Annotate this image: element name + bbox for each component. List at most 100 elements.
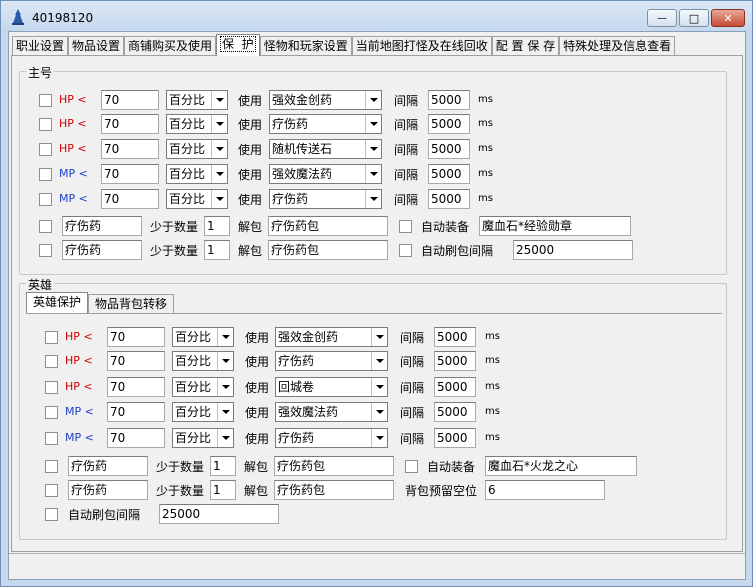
main-row-checkbox[interactable] bbox=[39, 193, 52, 206]
tab-monster-player[interactable]: 怪物和玩家设置 bbox=[259, 36, 352, 56]
item-select[interactable]: 强效魔法药 bbox=[275, 402, 388, 422]
unpack-checkbox[interactable] bbox=[39, 244, 52, 257]
hero-row-checkbox[interactable] bbox=[45, 355, 58, 368]
threshold-input[interactable]: 70 bbox=[101, 189, 159, 209]
min-count-input[interactable]: 1 bbox=[210, 456, 236, 476]
auto-equip-input[interactable]: 魔血石*火龙之心 bbox=[485, 456, 637, 476]
unit-label: ms bbox=[485, 432, 500, 443]
interval-input[interactable]: 5000 bbox=[428, 90, 470, 110]
interval-input[interactable]: 5000 bbox=[428, 164, 470, 184]
main-row-checkbox[interactable] bbox=[39, 118, 52, 131]
threshold-input[interactable]: 70 bbox=[101, 164, 159, 184]
mode-select[interactable]: 百分比 bbox=[172, 327, 234, 347]
tab-item-settings[interactable]: 物品设置 bbox=[68, 36, 125, 56]
chevron-down-icon bbox=[211, 115, 227, 133]
unpack-checkbox[interactable] bbox=[45, 460, 58, 473]
bag-reserve-input[interactable]: 6 bbox=[485, 480, 605, 500]
hero-group-label: 英雄 bbox=[26, 276, 55, 293]
item-select[interactable]: 强效魔法药 bbox=[269, 164, 382, 184]
unit-label: ms bbox=[478, 193, 493, 204]
threshold-input[interactable]: 70 bbox=[107, 402, 165, 422]
hero-row-checkbox[interactable] bbox=[45, 432, 58, 445]
auto-refresh-checkbox[interactable] bbox=[45, 508, 58, 521]
mode-select[interactable]: 百分比 bbox=[172, 351, 234, 371]
threshold-input[interactable]: 70 bbox=[107, 327, 165, 347]
tab-shop[interactable]: 商铺购买及使用 bbox=[124, 36, 217, 56]
unpack-item-input[interactable]: 疗伤药 bbox=[68, 456, 148, 476]
hero-row-checkbox[interactable] bbox=[45, 381, 58, 394]
auto-equip-checkbox[interactable] bbox=[405, 460, 418, 473]
interval-input[interactable]: 5000 bbox=[428, 189, 470, 209]
unpack-label: 解包 bbox=[244, 460, 269, 474]
item-value: 疗伤药 bbox=[278, 354, 315, 368]
item-select[interactable]: 疗伤药 bbox=[269, 189, 382, 209]
interval-input[interactable]: 5000 bbox=[434, 402, 476, 422]
mode-select[interactable]: 百分比 bbox=[166, 164, 228, 184]
use-label: 使用 bbox=[245, 432, 270, 446]
main-row-checkbox[interactable] bbox=[39, 94, 52, 107]
auto-refresh-input[interactable]: 25000 bbox=[513, 240, 633, 260]
item-select[interactable]: 疗伤药 bbox=[269, 114, 382, 134]
item-select[interactable]: 疗伤药 bbox=[275, 351, 388, 371]
unpack-item-input[interactable]: 疗伤药 bbox=[68, 480, 148, 500]
tab-save-config[interactable]: 配 置 保 存 bbox=[491, 36, 560, 56]
mode-select[interactable]: 百分比 bbox=[166, 189, 228, 209]
auto-refresh-input[interactable]: 25000 bbox=[159, 504, 279, 524]
mode-select[interactable]: 百分比 bbox=[166, 114, 228, 134]
interval-input[interactable]: 5000 bbox=[434, 428, 476, 448]
threshold-input[interactable]: 70 bbox=[101, 139, 159, 159]
mode-select[interactable]: 百分比 bbox=[172, 402, 234, 422]
mode-value: 百分比 bbox=[169, 167, 206, 181]
min-count-input[interactable]: 1 bbox=[210, 480, 236, 500]
tab-map-recycle[interactable]: 当前地图打怪及在线回收 bbox=[351, 36, 492, 56]
threshold-input[interactable]: 70 bbox=[107, 351, 165, 371]
item-select[interactable]: 疗伤药 bbox=[275, 428, 388, 448]
tab-protection[interactable]: 保 护 bbox=[216, 34, 260, 56]
pack-item-input[interactable]: 疗伤药包 bbox=[268, 240, 388, 260]
threshold-input[interactable]: 70 bbox=[107, 428, 165, 448]
mode-select[interactable]: 百分比 bbox=[166, 139, 228, 159]
chevron-down-icon bbox=[371, 403, 387, 421]
tab-special-info[interactable]: 特殊处理及信息查看 bbox=[559, 36, 676, 56]
threshold-input[interactable]: 70 bbox=[101, 114, 159, 134]
minimize-button[interactable]: — bbox=[647, 9, 677, 27]
unpack-checkbox[interactable] bbox=[39, 220, 52, 233]
tab-item-bag-transfer[interactable]: 物品背包转移 bbox=[88, 294, 175, 314]
title-bar[interactable]: 40198120 — □ ✕ bbox=[1, 1, 752, 33]
unit-label: ms bbox=[485, 331, 500, 342]
interval-input[interactable]: 5000 bbox=[428, 139, 470, 159]
main-row-checkbox[interactable] bbox=[39, 168, 52, 181]
item-select[interactable]: 随机传送石 bbox=[269, 139, 382, 159]
main-row-checkbox[interactable] bbox=[39, 143, 52, 156]
hero-row-checkbox[interactable] bbox=[45, 331, 58, 344]
pack-item-input[interactable]: 疗伤药包 bbox=[274, 456, 394, 476]
threshold-input[interactable]: 70 bbox=[101, 90, 159, 110]
item-select[interactable]: 回城卷 bbox=[275, 377, 388, 397]
pack-item-input[interactable]: 疗伤药包 bbox=[268, 216, 388, 236]
hero-row-checkbox[interactable] bbox=[45, 406, 58, 419]
threshold-input[interactable]: 70 bbox=[107, 377, 165, 397]
pack-item-input[interactable]: 疗伤药包 bbox=[274, 480, 394, 500]
unpack-item-input[interactable]: 疗伤药 bbox=[62, 240, 142, 260]
stat-label: MP < bbox=[59, 192, 88, 205]
interval-input[interactable]: 5000 bbox=[434, 377, 476, 397]
min-count-input[interactable]: 1 bbox=[204, 240, 230, 260]
auto-refresh-checkbox[interactable] bbox=[399, 244, 412, 257]
tab-hero-protection[interactable]: 英雄保护 bbox=[26, 292, 89, 314]
min-count-input[interactable]: 1 bbox=[204, 216, 230, 236]
auto-equip-input[interactable]: 魔血石*经验勋章 bbox=[479, 216, 631, 236]
interval-input[interactable]: 5000 bbox=[434, 327, 476, 347]
mode-select[interactable]: 百分比 bbox=[172, 377, 234, 397]
unpack-item-input[interactable]: 疗伤药 bbox=[62, 216, 142, 236]
item-select[interactable]: 强效金创药 bbox=[269, 90, 382, 110]
interval-input[interactable]: 5000 bbox=[434, 351, 476, 371]
item-select[interactable]: 强效金创药 bbox=[275, 327, 388, 347]
mode-select[interactable]: 百分比 bbox=[172, 428, 234, 448]
tab-job-settings[interactable]: 职业设置 bbox=[12, 36, 69, 56]
mode-select[interactable]: 百分比 bbox=[166, 90, 228, 110]
maximize-button[interactable]: □ bbox=[679, 9, 709, 27]
close-button[interactable]: ✕ bbox=[711, 9, 745, 27]
auto-equip-checkbox[interactable] bbox=[399, 220, 412, 233]
interval-input[interactable]: 5000 bbox=[428, 114, 470, 134]
unpack-checkbox[interactable] bbox=[45, 484, 58, 497]
